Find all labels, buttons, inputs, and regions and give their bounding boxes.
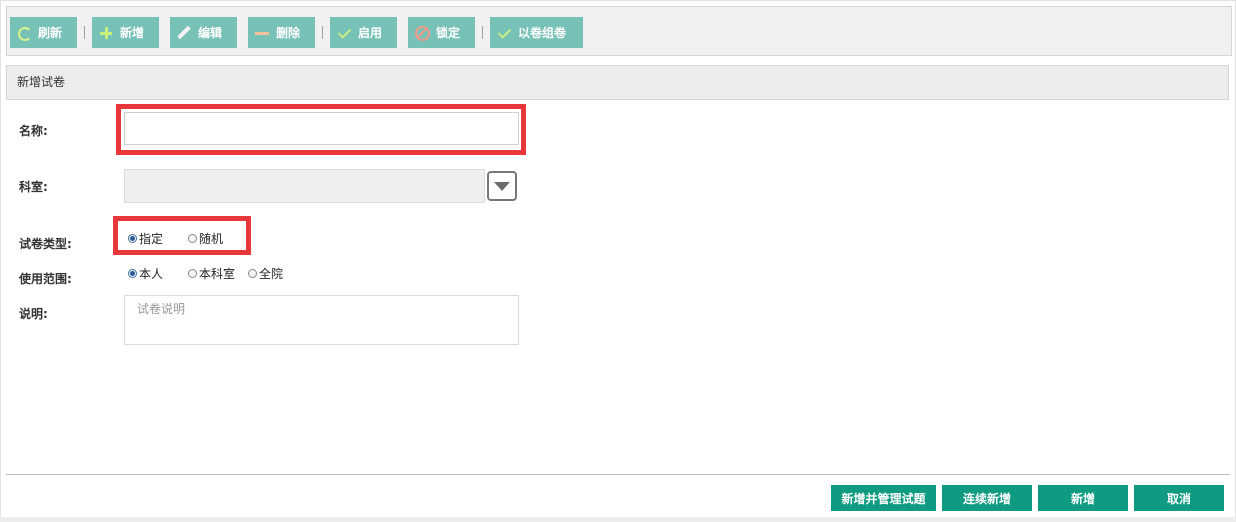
paper-type-option-label: 随机: [199, 232, 224, 246]
toolbar-separator: [322, 26, 323, 39]
continue-add-button[interactable]: 连续新增: [942, 485, 1032, 511]
name-label: 名称:: [19, 124, 48, 138]
department-label: 科室:: [19, 180, 48, 194]
add-label: 新增: [120, 26, 145, 40]
description-textarea[interactable]: [124, 295, 519, 345]
scope-option-department[interactable]: 本科室: [188, 265, 235, 282]
toolbar: 刷新 新增 编辑 删除 启用 锁定 以卷组卷: [6, 6, 1232, 56]
radio-checked-icon: [128, 269, 137, 278]
footer-divider: [6, 474, 1230, 475]
ban-icon: [414, 25, 430, 41]
scope-label: 使用范围:: [19, 272, 72, 286]
refresh-label: 刷新: [38, 26, 63, 40]
enable-button[interactable]: 启用: [330, 17, 397, 48]
check-icon: [496, 25, 512, 41]
refresh-icon: [16, 25, 32, 41]
delete-button[interactable]: 删除: [248, 17, 315, 48]
lock-label: 锁定: [436, 26, 461, 40]
compose-button[interactable]: 以卷组卷: [490, 17, 583, 48]
add-and-manage-button[interactable]: 新增并管理试题: [831, 485, 936, 511]
enable-label: 启用: [358, 26, 383, 40]
section-title: 新增试卷: [6, 65, 1229, 100]
name-input[interactable]: [124, 112, 519, 145]
scope-option-label: 本人: [139, 267, 164, 281]
bottom-strip: [0, 517, 1236, 522]
paper-type-option-fixed[interactable]: 指定: [128, 230, 163, 247]
scope-option-hospital[interactable]: 全院: [248, 265, 283, 282]
toolbar-separator: [84, 26, 85, 39]
add-button[interactable]: 新增: [92, 17, 159, 48]
scope-option-self[interactable]: 本人: [128, 265, 163, 282]
radio-unchecked-icon: [188, 269, 198, 278]
toolbar-separator: [482, 26, 483, 39]
lock-button[interactable]: 锁定: [408, 17, 475, 48]
plus-icon: [98, 25, 114, 41]
department-select[interactable]: [124, 169, 485, 203]
add-submit-button[interactable]: 新增: [1038, 485, 1128, 511]
cancel-button[interactable]: 取消: [1134, 485, 1224, 511]
paper-type-option-label: 指定: [139, 232, 164, 246]
radio-checked-icon: [128, 234, 137, 243]
minus-icon: [254, 25, 270, 41]
scope-radio-group: 本人 本科室 全院: [128, 265, 283, 282]
refresh-button[interactable]: 刷新: [10, 17, 77, 48]
radio-unchecked-icon: [248, 269, 258, 278]
edit-label: 编辑: [198, 26, 223, 40]
pencil-icon: [176, 25, 192, 41]
scope-option-label: 本科室: [199, 267, 236, 281]
paper-type-option-random[interactable]: 随机: [188, 230, 223, 247]
paper-type-label: 试卷类型:: [19, 237, 72, 251]
edit-button[interactable]: 编辑: [170, 17, 237, 48]
description-label: 说明:: [19, 307, 48, 321]
dropdown-arrow-icon[interactable]: [487, 171, 517, 201]
delete-label: 删除: [276, 26, 301, 40]
check-icon: [336, 25, 352, 41]
paper-type-radio-group: 指定 随机: [128, 230, 223, 247]
scope-option-label: 全院: [259, 267, 284, 281]
radio-unchecked-icon: [188, 234, 198, 243]
compose-label: 以卷组卷: [518, 26, 567, 40]
